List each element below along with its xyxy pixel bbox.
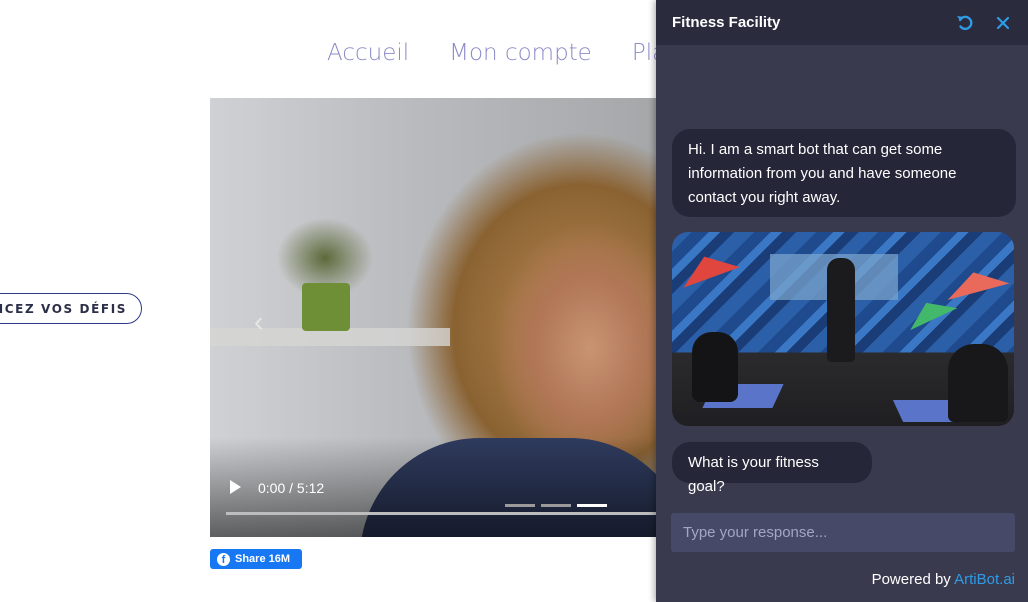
bot-message: Hi. I am a smart bot that can get some i… <box>672 129 1016 217</box>
reset-icon[interactable] <box>954 12 976 34</box>
slide-indicator-active[interactable] <box>577 504 607 507</box>
nav-mon-compte[interactable]: Mon compte <box>449 40 592 66</box>
facebook-icon: f <box>217 552 230 566</box>
chat-response-input[interactable] <box>681 523 1015 542</box>
artibot-link[interactable]: ArtiBot.ai <box>954 571 1015 588</box>
bot-question: What is your fitness goal? <box>672 442 872 495</box>
powered-by: Powered by ArtiBot.ai <box>872 571 1015 588</box>
video-frame-plant <box>302 283 350 331</box>
play-icon[interactable] <box>230 480 241 494</box>
video-player[interactable]: ‹ 0:00 / 5:12 <box>210 98 670 537</box>
facebook-share-button[interactable]: f Share 16M <box>210 549 302 569</box>
powered-by-label: Powered by <box>871 571 951 588</box>
facebook-share-label: Share 16M <box>235 553 291 565</box>
video-time: 0:00 / 5:12 <box>258 480 325 496</box>
challenge-button[interactable]: NCEZ VOS DÉFIS <box>0 293 142 324</box>
slide-indicator[interactable] <box>541 504 571 507</box>
nav-accueil[interactable]: Accueil <box>327 40 409 66</box>
chat-title: Fitness Facility <box>672 14 781 31</box>
chat-widget: Fitness Facility Hi. I am a smart bot th… <box>656 0 1028 602</box>
chat-header: Fitness Facility <box>656 0 1028 45</box>
slide-indicator[interactable] <box>505 504 535 507</box>
chat-input-wrapper <box>671 513 1015 552</box>
site-nav: Accueil Mon compte Pla <box>327 40 666 66</box>
video-progress-bar[interactable] <box>226 512 670 515</box>
gym-image <box>672 232 1014 426</box>
chevron-left-icon[interactable]: ‹ <box>254 306 263 338</box>
close-icon[interactable] <box>992 12 1014 34</box>
slide-indicators <box>505 504 607 507</box>
challenge-button-label: NCEZ VOS DÉFIS <box>0 301 127 316</box>
